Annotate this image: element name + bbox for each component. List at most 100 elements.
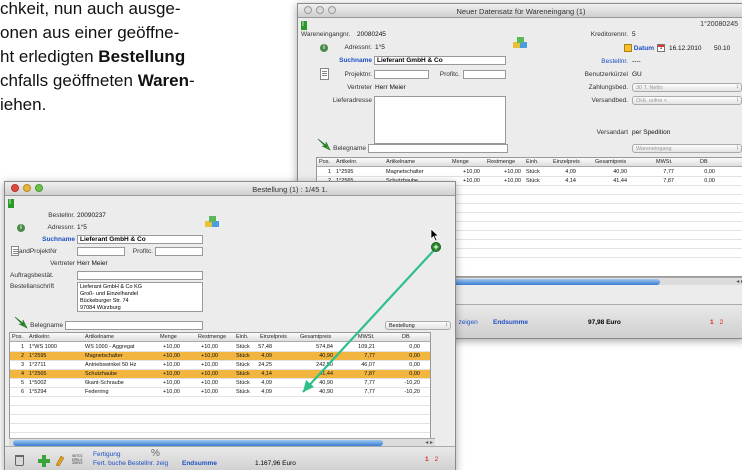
- page-indicator[interactable]: 12: [710, 319, 723, 326]
- datum-label: Datum: [633, 45, 654, 52]
- col-header[interactable]: Pos.: [319, 159, 330, 165]
- bestellnr-value: 20090237: [77, 212, 106, 219]
- col-header[interactable]: MWSt.: [656, 159, 673, 165]
- vertreter-label: Vertreter: [50, 260, 75, 267]
- fertigung-link[interactable]: Fertigung: [93, 451, 120, 458]
- zahlungsbed-select[interactable]: 30 T. Netto: [632, 83, 742, 92]
- anschrift-field[interactable]: Lieferant GmbH & Co KG Groß- und Einzelha…: [77, 282, 203, 312]
- table-cell: -10,20: [404, 380, 420, 386]
- profitc-field[interactable]: [155, 247, 203, 256]
- table-cell: Stück: [526, 178, 540, 184]
- table-cell: 41,44: [613, 178, 627, 184]
- col-header[interactable]: Menge: [160, 334, 177, 340]
- col-header[interactable]: Restmenge: [198, 334, 226, 340]
- col-header[interactable]: Restmenge: [487, 159, 515, 165]
- table-cell: 1: [327, 169, 331, 175]
- tag-icon[interactable]: [54, 454, 66, 466]
- col-header[interactable]: Menge: [452, 159, 469, 165]
- cubes-icon[interactable]: [513, 37, 529, 49]
- zoom-button[interactable]: [35, 184, 43, 192]
- scroll-arrows-icon[interactable]: ◂ ▸: [425, 439, 433, 446]
- calendar-icon[interactable]: 1: [657, 44, 665, 52]
- adressnr-value: 1°5: [77, 224, 87, 231]
- wareneingangnr-value: 20080245: [357, 31, 386, 38]
- endsumme-value: 1.167,96 Euro: [255, 460, 296, 467]
- belegname-select[interactable]: Wareneingang: [632, 144, 742, 153]
- table-row[interactable]: 3 1°2711 Antriebswinkel 50 Hz +10,00 +10,00 S…: [10, 361, 430, 370]
- percent-icon[interactable]: %: [151, 448, 160, 459]
- table-cell: +10,00: [201, 380, 218, 386]
- col-header[interactable]: MWSt.: [358, 334, 375, 340]
- table-cell: +10,00: [201, 371, 218, 377]
- info-icon[interactable]: i: [320, 44, 328, 52]
- projektnr-field[interactable]: [374, 70, 429, 79]
- table-row[interactable]: 4 1°2565 Schutzhaube +10,00 +10,00 Stück 4,14 4…: [10, 370, 430, 379]
- col-header[interactable]: Einzelpreis: [260, 334, 287, 340]
- fert-buche-links[interactable]: Fert. buche Bestellnr. zeig: [93, 460, 168, 467]
- lieferadresse-field[interactable]: [374, 96, 506, 144]
- versandbed-select[interactable]: OHL unfrei <: [632, 96, 742, 105]
- profitc-field[interactable]: [463, 70, 506, 79]
- anschrift-label: Bestellanschrift: [10, 283, 55, 290]
- kreditorennr-value: 5: [632, 31, 636, 38]
- belegname-field[interactable]: [65, 321, 203, 330]
- barcode-icon[interactable]: SKTCS EPRLS ZGHYX: [72, 454, 83, 466]
- lieferadresse-label: Lieferadresse: [332, 97, 372, 104]
- status-marker-icon: [301, 21, 307, 30]
- vertreter-label: Vertreter: [347, 84, 372, 91]
- col-header[interactable]: Artikelnr.: [336, 159, 357, 165]
- scroll-arrows-icon[interactable]: ◂ ▸: [736, 278, 742, 285]
- table-cell: Stück: [236, 380, 250, 386]
- table-cell: +10,00: [163, 362, 180, 368]
- trash-icon[interactable]: [15, 455, 24, 466]
- col-header[interactable]: Einzelpreis: [553, 159, 580, 165]
- col-header[interactable]: Gesamtpreis: [595, 159, 626, 165]
- mouse-cursor-icon: [430, 228, 440, 242]
- auftrag-field[interactable]: [77, 271, 203, 280]
- table-cell: 1°2711: [29, 362, 47, 368]
- versandbed-label: Versandbed.: [591, 97, 628, 104]
- project-doc-icon[interactable]: [11, 246, 19, 256]
- projektnr-field[interactable]: [77, 247, 125, 256]
- table-cell: 2: [20, 353, 24, 359]
- table-cell: 40,90: [319, 353, 333, 359]
- table-row[interactable]: 1 1°2595 Magnetschalter +10,00 +10,00 Stück 4,…: [317, 168, 742, 177]
- table-row[interactable]: 2 1°2595 Magnetschalter +10,00 +10,00 Stück 4,…: [10, 352, 430, 361]
- versandart-label: Versandart: [596, 129, 628, 136]
- bestellnr-label[interactable]: Bestellnr.: [578, 58, 628, 65]
- table-cell: 1°2595: [29, 353, 47, 359]
- table-cell: 57,48: [258, 344, 272, 350]
- title-bar[interactable]: Bestellung (1) : 1/45 1.: [5, 182, 455, 196]
- page-indicator[interactable]: 12: [425, 456, 438, 463]
- belegname-field[interactable]: [368, 144, 508, 153]
- suchname-label: Suchname: [339, 57, 372, 64]
- col-header[interactable]: Artikelname: [386, 159, 415, 165]
- close-button[interactable]: [11, 184, 19, 192]
- minimize-button[interactable]: [23, 184, 31, 192]
- add-icon[interactable]: [38, 455, 50, 467]
- window-title: Neuer Datensatz für Wareneingang (1): [456, 7, 586, 16]
- cubes-icon[interactable]: [205, 216, 221, 228]
- col-header[interactable]: Gesamtpreis: [300, 334, 331, 340]
- col-header[interactable]: Pos.: [12, 334, 23, 340]
- title-bar[interactable]: Neuer Datensatz für Wareneingang (1): [298, 4, 742, 18]
- table-cell: 0,00: [704, 178, 715, 184]
- suchname-field[interactable]: Lieferant GmbH & Co: [77, 235, 203, 244]
- col-header[interactable]: DB: [700, 159, 708, 165]
- col-header[interactable]: Artikelnr.: [29, 334, 50, 340]
- col-header[interactable]: DB: [402, 334, 410, 340]
- table-row[interactable]: 1 1°WS 1000 WS 1000 - Aggregat +10,00 +10,00…: [10, 343, 430, 352]
- benutzer-label: Benutzerkürzel: [584, 71, 628, 78]
- table-row[interactable]: 6 1°5294 Federring +10,00 +10,00 Stück 4,09 40,…: [10, 388, 430, 397]
- suchname-field[interactable]: Lieferant GmbH & Co: [374, 56, 506, 65]
- table-cell: 7,87: [663, 178, 674, 184]
- info-icon[interactable]: i: [17, 224, 25, 232]
- table-cell: 46,07: [361, 362, 375, 368]
- table-cell: 5: [20, 380, 24, 386]
- table-row[interactable]: 5 1°5002 6kant-Schraube +10,00 +10,00 Stück 4,…: [10, 379, 430, 388]
- col-header[interactable]: Einh.: [526, 159, 539, 165]
- horizontal-scrollbar[interactable]: ◂ ▸: [9, 438, 435, 446]
- belegname-select[interactable]: Bestellung: [385, 321, 451, 330]
- col-header[interactable]: Artikelname: [85, 334, 114, 340]
- col-header[interactable]: Einh.: [236, 334, 249, 340]
